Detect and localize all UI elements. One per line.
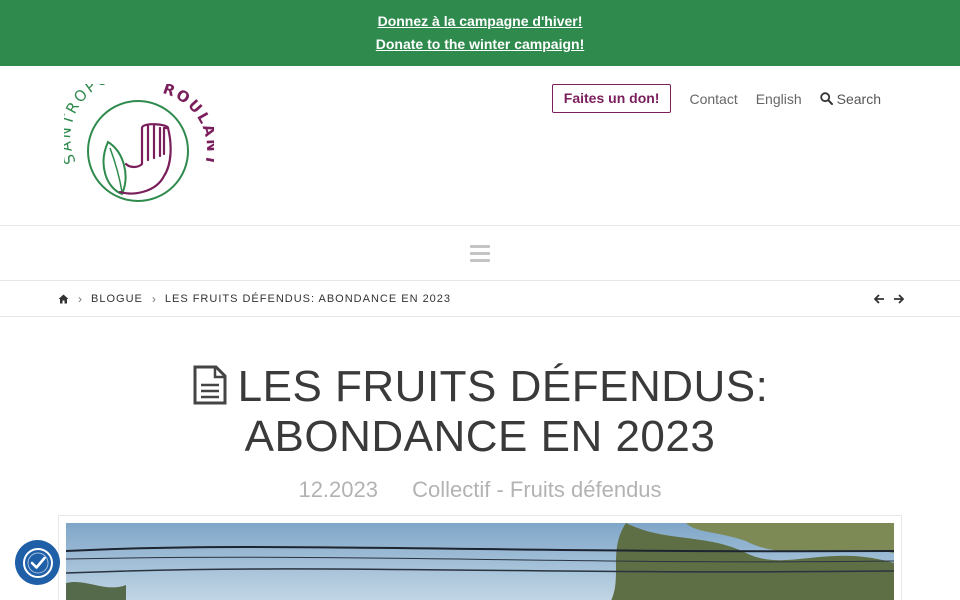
post-pager: [866, 281, 904, 317]
post-categories[interactable]: Collectif - Fruits défendus: [412, 477, 661, 502]
breadcrumb-bar: › BLOGUE › LES FRUITS DÉFENDUS: ABONDANC…: [0, 281, 960, 317]
santropol-roulant-logo: SANTROPOL ROULANT: [56, 66, 219, 202]
previous-post-arrow-icon[interactable]: [874, 294, 885, 304]
svg-text:SANTROPOL: SANTROPOL: [64, 84, 122, 167]
accessibility-icon: [22, 547, 53, 578]
chevron-right-icon: ›: [151, 292, 157, 306]
contact-link[interactable]: Contact: [689, 91, 737, 107]
donate-button[interactable]: Faites un don!: [551, 84, 672, 113]
campaign-link-fr[interactable]: Donnez à la campagne d'hiver!: [0, 0, 960, 33]
document-icon: [192, 365, 228, 414]
post-title-line2: ABONDANCE EN 2023: [244, 412, 716, 461]
site-logo[interactable]: SANTROPOL ROULANT: [56, 66, 219, 208]
menu-toggle-icon[interactable]: [470, 244, 490, 262]
breadcrumb-item-current: LES FRUITS DÉFENDUS: ABONDANCE EN 2023: [164, 293, 452, 305]
featured-image: [66, 523, 894, 600]
breadcrumb-item-blog[interactable]: BLOGUE: [91, 293, 143, 305]
search-icon: [819, 92, 833, 105]
campaign-link-en[interactable]: Donate to the winter campaign!: [0, 33, 960, 56]
search-button[interactable]: Search: [819, 90, 881, 107]
chevron-right-icon: ›: [78, 292, 83, 306]
language-switch-link[interactable]: English: [756, 91, 802, 107]
next-post-arrow-icon[interactable]: [893, 294, 904, 304]
home-icon[interactable]: [58, 294, 69, 304]
top-navigation: Faites un don! Contact English Search: [551, 84, 881, 113]
breadcrumb: › BLOGUE › LES FRUITS DÉFENDUS: ABONDANC…: [58, 281, 451, 317]
campaign-banner: Donnez à la campagne d'hiver! Donate to …: [0, 0, 960, 66]
search-label: Search: [836, 90, 881, 107]
post-header: LES FRUITS DÉFENDUS: ABONDANCE EN 2023 1…: [0, 364, 960, 503]
post-title: LES FRUITS DÉFENDUS: ABONDANCE EN 2023: [0, 364, 960, 460]
accessibility-widget-button[interactable]: [15, 540, 60, 585]
post-title-line1: LES FRUITS DÉFENDUS:: [237, 362, 769, 411]
post-date: 12.2023: [298, 477, 378, 502]
post-meta: 12.2023 Collectif - Fruits défendus: [0, 477, 960, 503]
site-header: SANTROPOL ROULANT Faites un don! Contact…: [0, 66, 960, 226]
featured-image-frame: [58, 515, 902, 600]
main-menu-bar: [0, 226, 960, 281]
